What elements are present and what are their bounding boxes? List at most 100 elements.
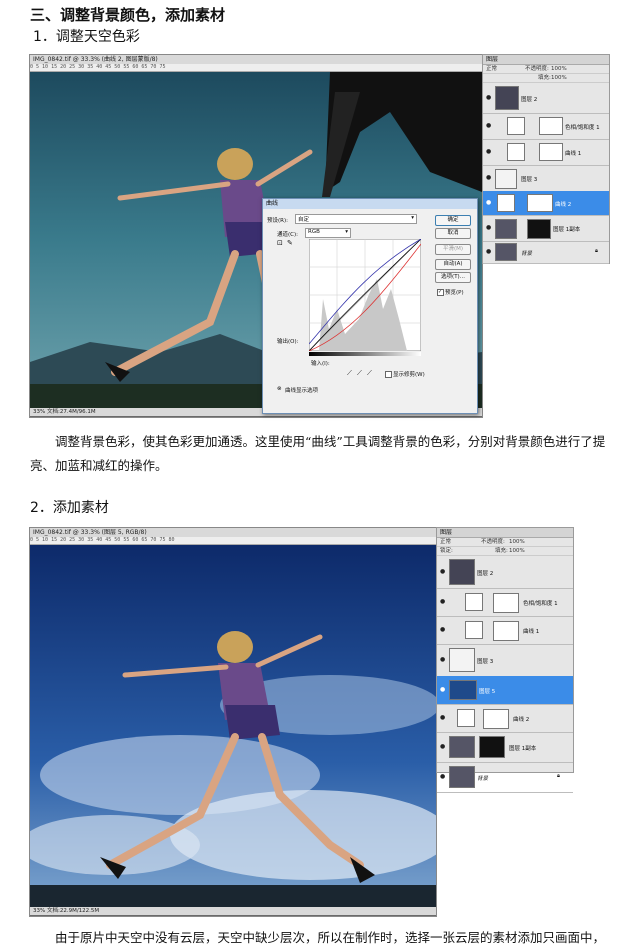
layer-name: 色相/饱和度 1 <box>523 601 558 607</box>
eye-icon[interactable]: ● <box>440 627 446 633</box>
chevron-down-icon: ▾ <box>411 215 414 221</box>
layer-name: 曲线 2 <box>555 202 572 208</box>
mask-thumbnail <box>479 736 505 758</box>
layer-item[interactable]: ● 色相/饱和度 1 <box>483 113 609 140</box>
eye-icon[interactable]: ● <box>440 715 446 721</box>
layer-item[interactable]: ● 图层 2 <box>437 556 573 589</box>
document-title: IMG_0842.tif @ 33.3% (图层 5, RGB/8) <box>30 528 436 537</box>
channel-value: RGB <box>308 229 320 235</box>
gray-eyedropper-icon[interactable]: ⟋ <box>357 369 362 378</box>
clip-checkbox[interactable] <box>385 371 392 378</box>
layer-name: 图层 1副本 <box>553 227 581 233</box>
curves-adjustment-icon <box>507 143 525 161</box>
layer-item[interactable]: ● 图层 1副本 <box>437 732 573 763</box>
layer-thumbnail <box>449 766 475 788</box>
curves-dialog-title: 曲线 <box>263 199 477 209</box>
step1-heading: 1．调整天空色彩 <box>33 29 140 45</box>
smooth-button[interactable]: 平滑(M) <box>435 244 471 255</box>
input-gradient-bar <box>309 352 421 356</box>
opacity-value[interactable]: 100% <box>551 65 567 73</box>
curves-adjustment-icon <box>497 194 515 212</box>
output-label: 输出(O): <box>277 339 299 345</box>
eye-icon[interactable]: ● <box>486 225 492 231</box>
layer-thumbnail <box>495 219 517 239</box>
layer-item[interactable]: ● 色相/饱和度 1 <box>437 588 573 617</box>
layer-item[interactable]: ● 曲线 2 <box>437 704 573 733</box>
eye-icon[interactable]: ● <box>486 95 492 101</box>
white-eyedropper-icon[interactable]: ⟋ <box>367 369 372 378</box>
opacity-value[interactable]: 100% <box>509 538 525 546</box>
eye-icon[interactable]: ● <box>486 200 492 206</box>
layer-name: 图层 2 <box>477 571 494 577</box>
lock-label: 锁定: <box>440 548 453 554</box>
eye-icon[interactable]: ● <box>440 657 446 663</box>
section-heading: 三、调整背景颜色，添加素材 <box>30 6 226 24</box>
blend-mode-select[interactable]: 正常 <box>486 66 497 72</box>
pencil-icon[interactable]: ✎ <box>287 239 293 247</box>
options-button[interactable]: 选项(T)... <box>435 272 471 283</box>
fill-label: 填充: <box>495 548 508 554</box>
preview-checkbox[interactable]: ✓ <box>437 289 444 296</box>
eye-icon[interactable]: ● <box>440 687 446 693</box>
blend-mode-select[interactable]: 正常 <box>440 539 451 545</box>
layer-name: 图层 2 <box>521 97 538 103</box>
black-eyedropper-icon[interactable]: ⟋ <box>347 369 352 378</box>
photoshop-document-window-2: IMG_0842.tif @ 33.3% (图层 5, RGB/8) 0 5 1… <box>29 527 437 917</box>
expand-icon[interactable]: ⊗ <box>277 386 282 392</box>
layer-name: 色相/饱和度 1 <box>565 125 600 131</box>
layer-item-selected[interactable]: ● 图层 5 <box>437 676 573 705</box>
layer-item[interactable]: ● 曲线 1 <box>437 616 573 645</box>
eye-icon[interactable]: ● <box>440 569 446 575</box>
horizontal-ruler: 0 5 10 15 20 25 30 35 40 45 50 55 60 65 … <box>30 64 482 72</box>
layer-thumbnail <box>495 169 517 189</box>
preset-select[interactable]: 自定 ▾ <box>295 214 417 224</box>
eye-icon[interactable]: ● <box>486 149 492 155</box>
opacity-label: 不透明度: <box>481 539 505 545</box>
fill-value[interactable]: 100% <box>509 547 525 555</box>
cancel-button[interactable]: 取消 <box>435 228 471 239</box>
fill-value[interactable]: 100% <box>551 74 567 82</box>
layer-item[interactable]: ● 背景 🔒︎ <box>437 762 573 793</box>
layers-tab[interactable]: 图层 <box>483 55 609 65</box>
mask-thumbnail <box>539 117 563 135</box>
layer-item[interactable]: ● 图层 3 <box>437 644 573 677</box>
layer-name: 曲线 1 <box>565 151 582 157</box>
eye-icon[interactable]: ● <box>440 599 446 605</box>
layer-thumbnail <box>449 736 475 758</box>
lock-fill-row: 锁定: 填充: 100% <box>437 547 573 556</box>
ok-button[interactable]: 确定 <box>435 215 471 226</box>
layer-item-selected[interactable]: ● 曲线 2 <box>483 191 609 216</box>
eye-icon[interactable]: ● <box>486 175 492 181</box>
eye-icon[interactable]: ● <box>486 249 492 255</box>
layer-name: 图层 3 <box>521 177 538 183</box>
auto-button[interactable]: 自动(A) <box>435 259 471 270</box>
layer-item[interactable]: ● 背景 🔒︎ <box>483 241 609 264</box>
layer-name: 图层 1副本 <box>509 746 537 752</box>
layer-item[interactable]: ● 图层 1副本 <box>483 215 609 242</box>
channel-select[interactable]: RGB ▾ <box>305 228 351 238</box>
mask-thumbnail <box>493 621 519 641</box>
channel-label: 通道(C): <box>277 232 298 238</box>
curves-adjustment-icon <box>457 709 475 727</box>
layers-tab[interactable]: 图层 <box>437 528 573 538</box>
adjustment-icon <box>465 593 483 611</box>
eye-icon[interactable]: ● <box>440 744 446 750</box>
eye-icon[interactable]: ● <box>486 123 492 129</box>
layer-thumbnail <box>449 648 475 672</box>
input-label: 输入(I): <box>311 361 330 367</box>
blend-row: 正常 不透明度: 100% <box>437 538 573 547</box>
layer-thumbnail <box>495 243 517 261</box>
curves-dialog[interactable]: 曲线 预设(R): 自定 ▾ 通道(C): RGB ▾ ⊡ ✎ 输出(O): 输… <box>262 198 478 414</box>
curve-tool-icon[interactable]: ⊡ <box>277 239 283 247</box>
layer-name: 曲线 1 <box>523 629 540 635</box>
layer-thumbnail <box>449 680 477 700</box>
photoshop-document-window-1: IMG_0842.tif @ 33.3% (曲线 2, 图层蒙版/8) 0 5 … <box>29 54 483 418</box>
layer-name: 背景 <box>521 251 533 257</box>
curves-graph[interactable] <box>309 239 421 351</box>
opacity-label: 不透明度: <box>525 66 549 72</box>
eye-icon[interactable]: ● <box>440 774 446 780</box>
layer-item[interactable]: ● 图层 3 <box>483 165 609 192</box>
layer-item[interactable]: ● 图层 2 <box>483 83 609 114</box>
layer-item[interactable]: ● 曲线 1 <box>483 139 609 166</box>
display-options-label: 曲线显示选项 <box>285 388 319 394</box>
